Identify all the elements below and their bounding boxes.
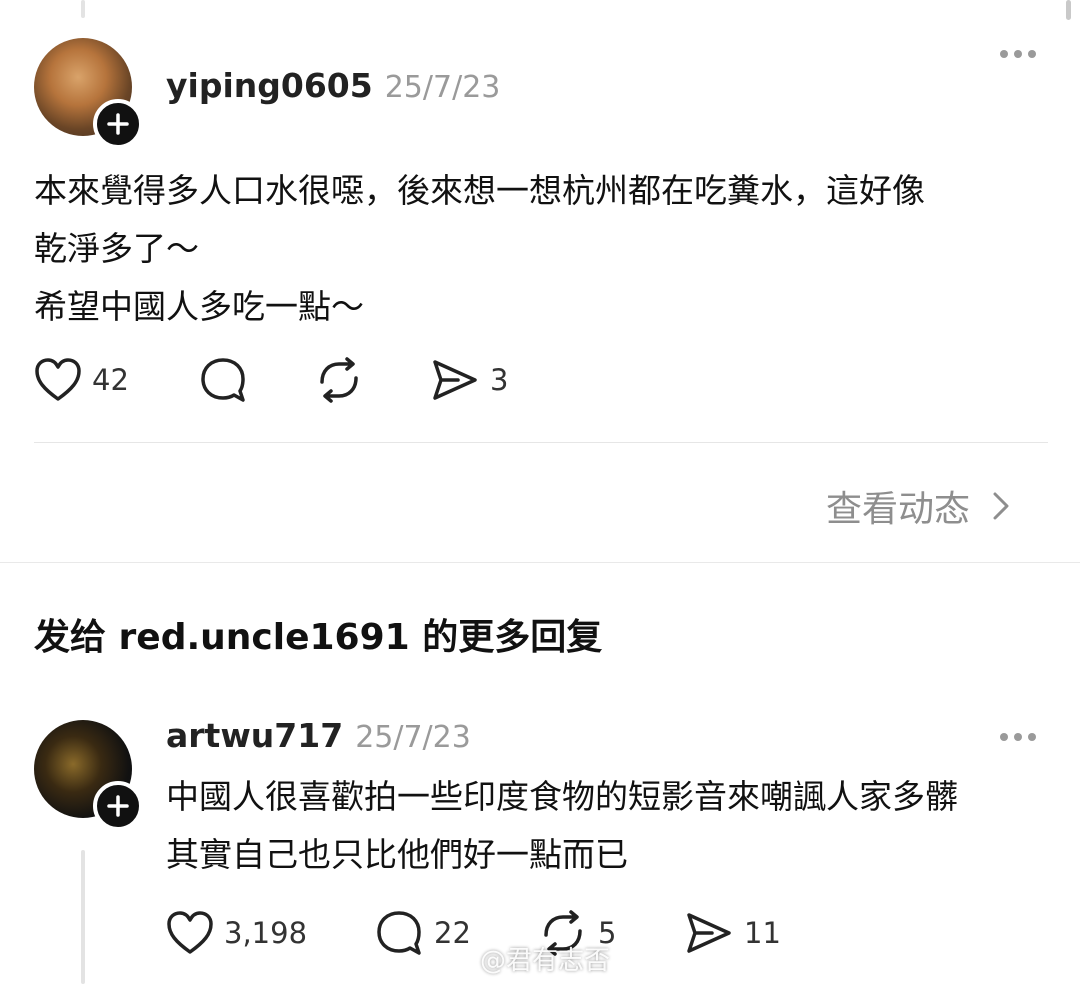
share-icon (687, 913, 731, 953)
section-divider (0, 562, 1080, 563)
reply-header: artwu717 25/7/23 (166, 716, 471, 755)
username[interactable]: yiping0605 (166, 66, 373, 105)
chevron-right-icon (993, 492, 1009, 520)
share-button[interactable]: 3 (430, 357, 508, 403)
more-icon[interactable] (998, 731, 1038, 743)
post-header: yiping0605 25/7/23 (166, 66, 500, 105)
post-text-line: 本來覺得多人口水很噁，後來想一想杭州都在吃糞水，這好像 (34, 171, 925, 210)
share-count: 11 (744, 916, 781, 950)
heart-icon (167, 911, 213, 954)
post-text-line: 希望中國人多吃一點～ (34, 287, 364, 326)
scrollbar[interactable] (1066, 0, 1071, 20)
reply-text-line: 中國人很喜歡拍一些印度食物的短影音來嘲諷人家多髒 (166, 777, 958, 816)
heart-icon (35, 358, 81, 401)
share-button[interactable]: 11 (684, 910, 781, 956)
view-activity-label: 查看动态 (826, 489, 971, 530)
section-title: 发给 red.uncle1691 的更多回复 (34, 617, 603, 658)
post-text: 本來覺得多人口水很噁，後來想一想杭州都在吃糞水，這好像 乾淨多了～ 希望中國人多… (34, 162, 1044, 336)
thread-line-reply (81, 850, 85, 984)
divider (34, 442, 1048, 443)
more-icon[interactable] (998, 48, 1038, 60)
repost-icon (320, 357, 358, 403)
plus-icon (107, 795, 129, 817)
comment-button[interactable] (198, 356, 248, 404)
comment-icon (377, 911, 421, 955)
view-activity-link[interactable]: 查看动态 (826, 480, 1010, 532)
post-date: 25/7/23 (384, 70, 501, 105)
thread-line-top (81, 0, 85, 18)
reply-text-line: 其實自己也只比他們好一點而已 (166, 835, 628, 874)
plus-icon (107, 113, 129, 135)
like-button[interactable]: 42 (34, 357, 129, 403)
repost-button[interactable] (314, 356, 374, 404)
watermark: @君有志否 (440, 940, 610, 977)
share-count: 3 (490, 363, 509, 397)
comment-icon (201, 358, 245, 402)
watermark-text: @君有志否 (480, 946, 611, 976)
username[interactable]: artwu717 (166, 716, 343, 755)
reply-text: 中國人很喜歡拍一些印度食物的短影音來嘲諷人家多髒 其實自己也只比他們好一點而已 (166, 768, 1056, 884)
post-text-line: 乾淨多了～ (34, 229, 199, 268)
follow-button[interactable] (93, 99, 143, 149)
like-count: 42 (92, 363, 129, 397)
weibo-logo-icon (440, 944, 474, 973)
like-count: 3,198 (224, 916, 308, 950)
follow-button[interactable] (93, 781, 143, 831)
reply-date: 25/7/23 (355, 720, 471, 755)
share-icon (433, 360, 477, 400)
like-button[interactable]: 3,198 (166, 910, 307, 956)
